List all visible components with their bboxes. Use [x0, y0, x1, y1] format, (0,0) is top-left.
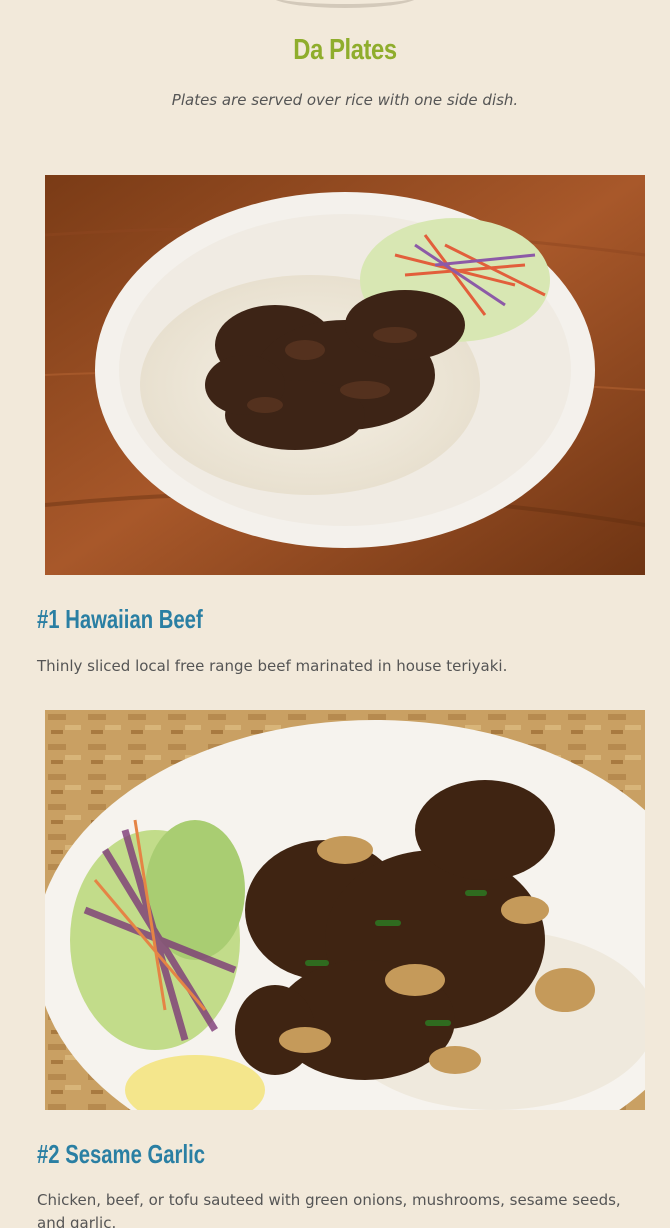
menu-page: Da Plates Plates are served over rice wi…: [0, 0, 670, 1228]
item-description-sesame-garlic: Chicken, beef, or tofu sauteed with gree…: [37, 1191, 621, 1228]
section-subtitle: Plates are served over rice with one sid…: [171, 91, 519, 109]
section-title: Da Plates: [293, 34, 397, 66]
divider-arc: [270, 0, 420, 8]
sesame-garlic-photo: [45, 710, 645, 1110]
hawaiian-beef-photo: [45, 175, 645, 575]
item-title-hawaiian-beef: #1 Hawaiian Beef: [37, 604, 203, 634]
item-description-hawaiian-beef: Thinly sliced local free range beef mari…: [37, 657, 508, 675]
item-title-sesame-garlic: #2 Sesame Garlic: [37, 1139, 206, 1169]
